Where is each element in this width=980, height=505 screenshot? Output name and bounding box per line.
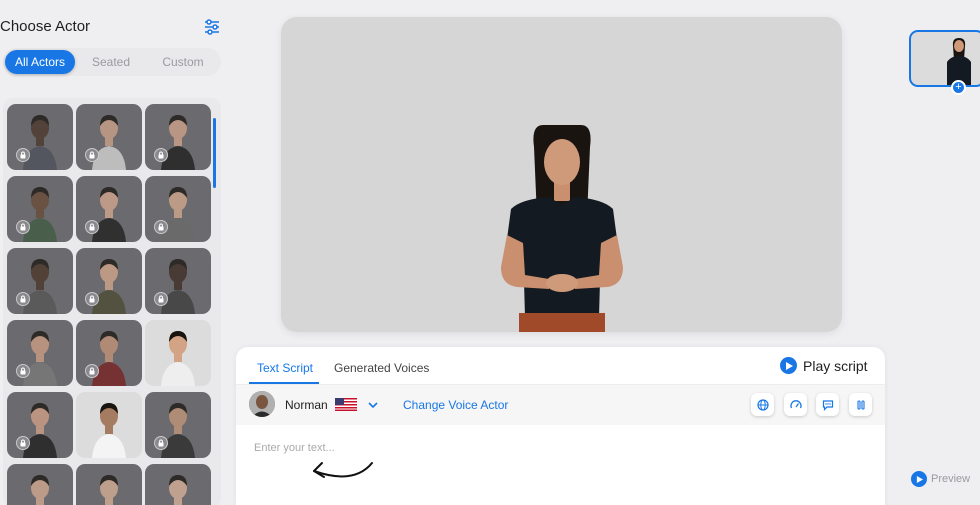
speedometer-icon xyxy=(789,399,802,408)
actor-grid-scrollbar[interactable] xyxy=(213,118,216,188)
lock-icon xyxy=(85,220,99,234)
tab-seated[interactable]: Seated xyxy=(75,50,147,74)
pause-insert-button[interactable] xyxy=(849,393,872,416)
pronunciation-button[interactable] xyxy=(816,393,839,416)
actor-tile[interactable] xyxy=(76,392,142,458)
actor-tile[interactable] xyxy=(76,464,142,505)
presenter-figure xyxy=(501,125,623,332)
lock-icon xyxy=(85,364,99,378)
actor-tile[interactable] xyxy=(76,176,142,242)
actor-portrait xyxy=(92,403,126,458)
speech-bubble-icon xyxy=(822,399,833,411)
actor-portrait xyxy=(100,475,118,505)
add-scene-icon[interactable]: + xyxy=(951,80,966,95)
actor-tile[interactable] xyxy=(76,320,142,386)
actor-portrait xyxy=(161,403,195,458)
sliders-icon[interactable] xyxy=(203,18,221,36)
tab-all-actors[interactable]: All Actors xyxy=(5,50,75,74)
actor-portrait xyxy=(161,331,195,386)
actor-portrait xyxy=(92,187,126,242)
script-panel: Text Script Generated Voices Play script… xyxy=(236,347,885,505)
lock-icon xyxy=(85,292,99,306)
lock-icon xyxy=(154,292,168,306)
actor-portrait xyxy=(161,115,195,170)
lock-icon xyxy=(16,364,30,378)
script-text-input[interactable] xyxy=(254,442,854,454)
actor-portrait xyxy=(161,187,195,242)
tab-text-script[interactable]: Text Script xyxy=(257,361,313,375)
actor-tile[interactable] xyxy=(145,104,211,170)
actor-tile[interactable] xyxy=(145,464,211,505)
tab-generated-voices[interactable]: Generated Voices xyxy=(334,361,429,375)
lock-icon xyxy=(154,148,168,162)
scene-thumbnail[interactable] xyxy=(909,30,980,87)
pause-icon xyxy=(856,399,865,410)
lock-icon xyxy=(16,148,30,162)
play-icon xyxy=(780,357,797,374)
actor-portrait xyxy=(23,403,57,458)
actor-tile[interactable] xyxy=(76,248,142,314)
actor-tile[interactable] xyxy=(76,104,142,170)
actor-filter-tabs: All Actors Seated Custom xyxy=(3,48,221,76)
globe-icon xyxy=(756,398,769,411)
actor-portrait xyxy=(23,331,57,386)
voice-avatar xyxy=(249,391,275,417)
actor-portrait xyxy=(23,115,57,170)
lock-icon xyxy=(154,436,168,450)
actor-tile[interactable] xyxy=(145,248,211,314)
actor-tile[interactable] xyxy=(7,104,73,170)
lock-icon xyxy=(16,436,30,450)
video-preview xyxy=(281,17,842,332)
actor-portrait xyxy=(31,475,49,505)
actor-portrait xyxy=(161,259,195,314)
actor-portrait xyxy=(92,259,126,314)
actor-tile[interactable] xyxy=(7,176,73,242)
speed-button[interactable] xyxy=(784,393,807,416)
actor-portrait xyxy=(23,259,57,314)
actor-tile[interactable] xyxy=(7,464,73,505)
actor-portrait xyxy=(169,475,187,505)
lock-icon xyxy=(154,220,168,234)
actor-grid xyxy=(7,104,211,505)
play-icon xyxy=(911,471,927,487)
actor-tile[interactable] xyxy=(7,392,73,458)
actor-portrait xyxy=(92,331,126,386)
play-script-label: Play script xyxy=(803,357,868,374)
tab-custom[interactable]: Custom xyxy=(147,50,219,74)
chevron-down-icon[interactable] xyxy=(367,399,379,411)
scene-thumbnail-figure xyxy=(947,38,971,85)
lock-icon xyxy=(16,292,30,306)
voice-row: Norman Change Voice Actor xyxy=(236,385,885,425)
language-button[interactable] xyxy=(751,393,774,416)
actor-tile[interactable] xyxy=(145,392,211,458)
voice-name: Norman xyxy=(285,398,328,412)
lock-icon xyxy=(16,220,30,234)
actor-grid-container xyxy=(3,98,221,505)
preview-label: Preview xyxy=(931,473,971,485)
left-panel-title: Choose Actor xyxy=(0,18,91,35)
actor-tile[interactable] xyxy=(145,176,211,242)
actor-portrait xyxy=(92,115,126,170)
lock-icon xyxy=(85,148,99,162)
actor-tile[interactable] xyxy=(7,248,73,314)
us-flag-icon xyxy=(335,398,357,411)
play-script-button[interactable]: Play script xyxy=(780,357,868,374)
actor-portrait xyxy=(23,187,57,242)
actor-tile[interactable] xyxy=(145,320,211,386)
change-voice-actor-link[interactable]: Change Voice Actor xyxy=(403,398,508,412)
actor-tile[interactable] xyxy=(7,320,73,386)
preview-button[interactable]: Preview xyxy=(911,471,970,487)
curved-arrow-icon xyxy=(313,462,373,478)
